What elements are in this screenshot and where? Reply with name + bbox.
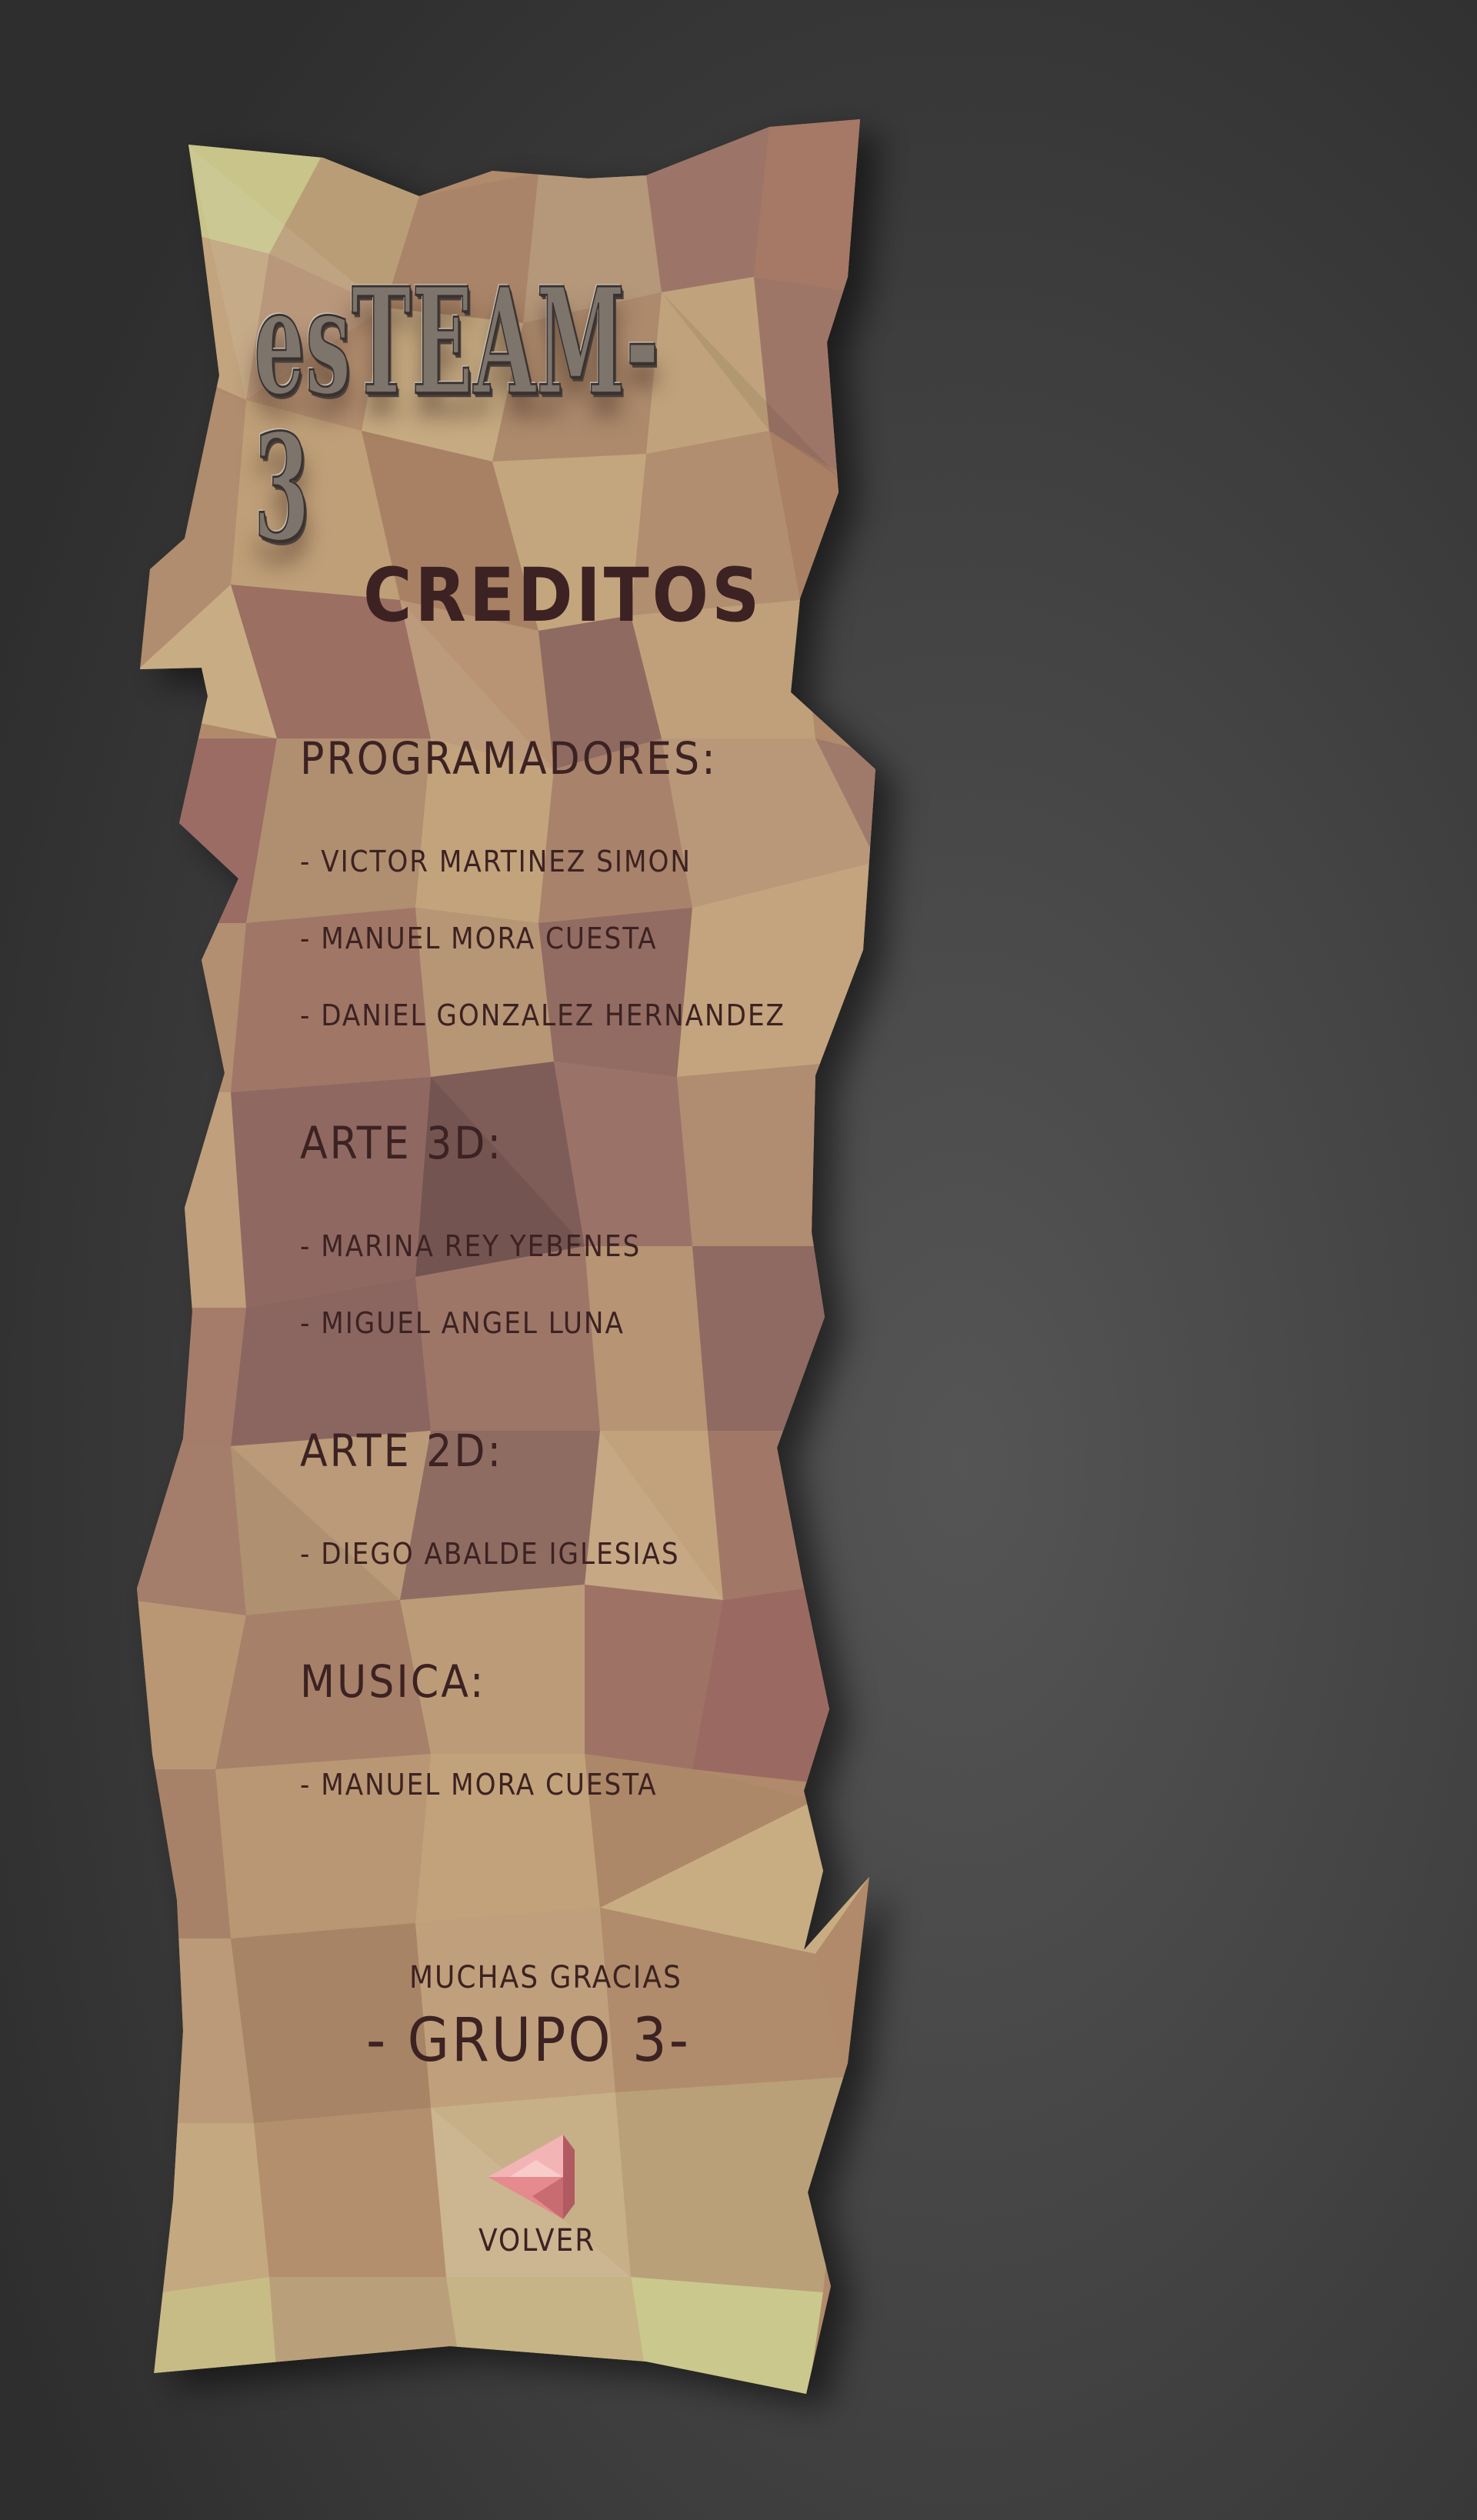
paper-scroll-panel: esTEAM-3 CREDITOS PROGRAMADORES: - VICTO… [0,0,1477,2520]
section-heading-arte-2d: ARTE 2D: [300,1425,504,1477]
logo-text: esTEAM-3 [253,255,660,575]
credit-name: - VICTOR MARTINEZ SIMON [300,845,692,878]
back-button-label: VOLVER [478,2223,596,2258]
credit-name: - MANUEL MORA CUESTA [300,922,658,955]
thanks-text: MUCHAS GRACIAS [409,1960,682,1995]
group-name: - GRUPO 3- [366,2006,691,2075]
section-heading-musica: MUSICA: [300,1655,486,1708]
credit-name: - DIEGO ABALDE IGLESIAS [300,1537,680,1571]
section-heading-arte-3d: ARTE 3D: [300,1117,504,1169]
game-logo: esTEAM-3 [253,268,777,562]
back-arrow-icon [488,2135,575,2219]
back-button[interactable]: VOLVER [478,2131,594,2269]
section-heading-programadores: PROGRAMADORES: [300,732,718,785]
credit-name: - DANIEL GONZALEZ HERNANDEZ [300,998,785,1032]
credit-name: - MANUEL MORA CUESTA [300,1768,658,1802]
page-title: CREDITOS [363,552,763,638]
credit-name: - MARINA REY YEBENES [300,1229,642,1263]
credit-name: - MIGUEL ANGEL LUNA [300,1306,625,1340]
